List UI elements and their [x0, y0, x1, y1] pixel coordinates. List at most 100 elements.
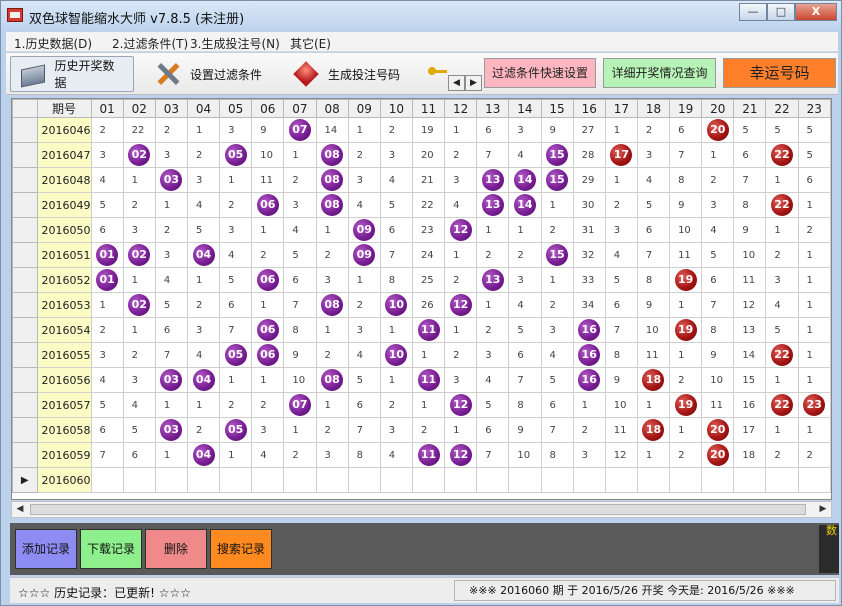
miss-count-cell[interactable]: 4: [186, 192, 221, 218]
miss-count-cell[interactable]: 6: [540, 392, 574, 418]
miss-count-cell[interactable]: 9: [540, 117, 574, 143]
miss-count-cell[interactable]: 3: [186, 317, 221, 343]
red-ball-cell[interactable]: 12: [444, 442, 478, 468]
period-cell[interactable]: 2016059: [36, 442, 92, 468]
miss-count-cell[interactable]: [508, 467, 542, 493]
miss-count-cell[interactable]: 2: [669, 367, 703, 393]
miss-count-cell[interactable]: 1: [379, 367, 413, 393]
miss-count-cell[interactable]: [540, 467, 574, 493]
miss-count-cell[interactable]: 9: [604, 367, 638, 393]
miss-count-cell[interactable]: 1: [797, 292, 831, 318]
column-header[interactable]: 22: [765, 99, 799, 118]
miss-count-cell[interactable]: 4: [122, 392, 156, 418]
red-ball-cell[interactable]: 10: [379, 342, 413, 368]
minimize-button[interactable]: —: [739, 3, 767, 21]
miss-count-cell[interactable]: 13: [733, 317, 767, 343]
miss-count-cell[interactable]: 1: [315, 392, 349, 418]
add-record-button[interactable]: 添加记录: [15, 529, 77, 569]
row-selector[interactable]: [12, 142, 38, 168]
miss-count-cell[interactable]: 9: [508, 417, 542, 443]
miss-count-cell[interactable]: [219, 467, 253, 493]
miss-count-cell[interactable]: 10: [283, 367, 317, 393]
miss-count-cell[interactable]: 10: [669, 217, 703, 243]
row-selector[interactable]: [12, 292, 38, 318]
row-selector[interactable]: [12, 267, 38, 293]
red-ball-cell[interactable]: 15: [540, 242, 574, 268]
miss-count-cell[interactable]: 4: [765, 292, 799, 318]
miss-count-cell[interactable]: 3: [122, 217, 156, 243]
miss-count-cell[interactable]: 1: [283, 142, 317, 168]
miss-count-cell[interactable]: 1: [797, 417, 831, 443]
miss-count-cell[interactable]: 6: [90, 217, 124, 243]
delete-record-button[interactable]: 删除: [145, 529, 207, 569]
period-cell[interactable]: 2016055: [36, 342, 92, 368]
scroll-left-icon[interactable]: ◀: [448, 75, 465, 91]
column-header[interactable]: 05: [219, 99, 253, 118]
miss-count-cell[interactable]: 1: [476, 292, 510, 318]
miss-count-cell[interactable]: 1: [219, 442, 253, 468]
miss-count-cell[interactable]: 8: [636, 267, 671, 293]
miss-count-cell[interactable]: 4: [219, 242, 253, 268]
scroll-right-icon[interactable]: ▶: [465, 75, 482, 91]
blue-ball-cell[interactable]: 22: [765, 342, 799, 368]
miss-count-cell[interactable]: 28: [572, 142, 606, 168]
miss-count-cell[interactable]: 21: [411, 167, 446, 193]
miss-count-cell[interactable]: [186, 467, 221, 493]
miss-count-cell[interactable]: 5: [797, 142, 831, 168]
miss-count-cell[interactable]: 2: [219, 392, 253, 418]
miss-count-cell[interactable]: 3: [765, 267, 799, 293]
row-selector[interactable]: [12, 167, 38, 193]
row-selector[interactable]: ▶: [12, 467, 38, 493]
miss-count-cell[interactable]: 1: [90, 292, 124, 318]
red-ball-cell[interactable]: 06: [251, 342, 285, 368]
miss-count-cell[interactable]: 2: [797, 217, 831, 243]
miss-count-cell[interactable]: 6: [476, 117, 510, 143]
miss-count-cell[interactable]: 4: [379, 167, 413, 193]
column-header[interactable]: 13: [476, 99, 510, 118]
period-cell[interactable]: 2016052: [36, 267, 92, 293]
miss-count-cell[interactable]: 10: [508, 442, 542, 468]
miss-count-cell[interactable]: 2: [251, 242, 285, 268]
red-ball-cell[interactable]: 04: [186, 442, 221, 468]
miss-count-cell[interactable]: 4: [283, 217, 317, 243]
quick-filter-button[interactable]: 过滤条件快速设置: [484, 58, 596, 88]
miss-count-cell[interactable]: 8: [733, 192, 767, 218]
miss-count-cell[interactable]: 2: [315, 242, 349, 268]
period-cell[interactable]: 2016050: [36, 217, 92, 243]
period-cell[interactable]: 2016060: [36, 467, 92, 493]
miss-count-cell[interactable]: [733, 467, 767, 493]
miss-count-cell[interactable]: 2: [444, 142, 478, 168]
row-selector[interactable]: [12, 342, 38, 368]
miss-count-cell[interactable]: 6: [90, 417, 124, 443]
period-cell[interactable]: 2016058: [36, 417, 92, 443]
miss-count-cell[interactable]: 4: [604, 242, 638, 268]
blue-ball-cell[interactable]: 20: [701, 442, 735, 468]
red-ball-cell[interactable]: 16: [572, 342, 606, 368]
blue-ball-cell[interactable]: 17: [604, 142, 638, 168]
red-ball-cell[interactable]: 15: [540, 142, 574, 168]
miss-count-cell[interactable]: 3: [122, 367, 156, 393]
miss-count-cell[interactable]: 3: [379, 142, 413, 168]
miss-count-cell[interactable]: 3: [315, 267, 349, 293]
red-ball-cell[interactable]: 08: [315, 292, 349, 318]
miss-count-cell[interactable]: 6: [283, 267, 317, 293]
row-selector[interactable]: [12, 367, 38, 393]
miss-count-cell[interactable]: [636, 467, 671, 493]
column-header[interactable]: 23: [797, 99, 831, 118]
horizontal-scrollbar[interactable]: ◀ ▶: [11, 501, 832, 518]
miss-count-cell[interactable]: 3: [379, 417, 413, 443]
miss-count-cell[interactable]: 1: [315, 217, 349, 243]
column-header[interactable]: 11: [411, 99, 446, 118]
row-selector[interactable]: [12, 192, 38, 218]
lucky-number-button[interactable]: 幸运号码: [723, 58, 836, 88]
red-ball-cell[interactable]: 04: [186, 242, 221, 268]
miss-count-cell[interactable]: [669, 467, 703, 493]
miss-count-cell[interactable]: 22: [122, 117, 156, 143]
miss-count-cell[interactable]: 3: [186, 167, 221, 193]
miss-count-cell[interactable]: 9: [669, 192, 703, 218]
miss-count-cell[interactable]: 30: [572, 192, 606, 218]
miss-count-cell[interactable]: 33: [572, 267, 606, 293]
red-ball-cell[interactable]: 11: [411, 442, 446, 468]
miss-count-cell[interactable]: 31: [572, 217, 606, 243]
miss-count-cell[interactable]: 4: [347, 192, 381, 218]
